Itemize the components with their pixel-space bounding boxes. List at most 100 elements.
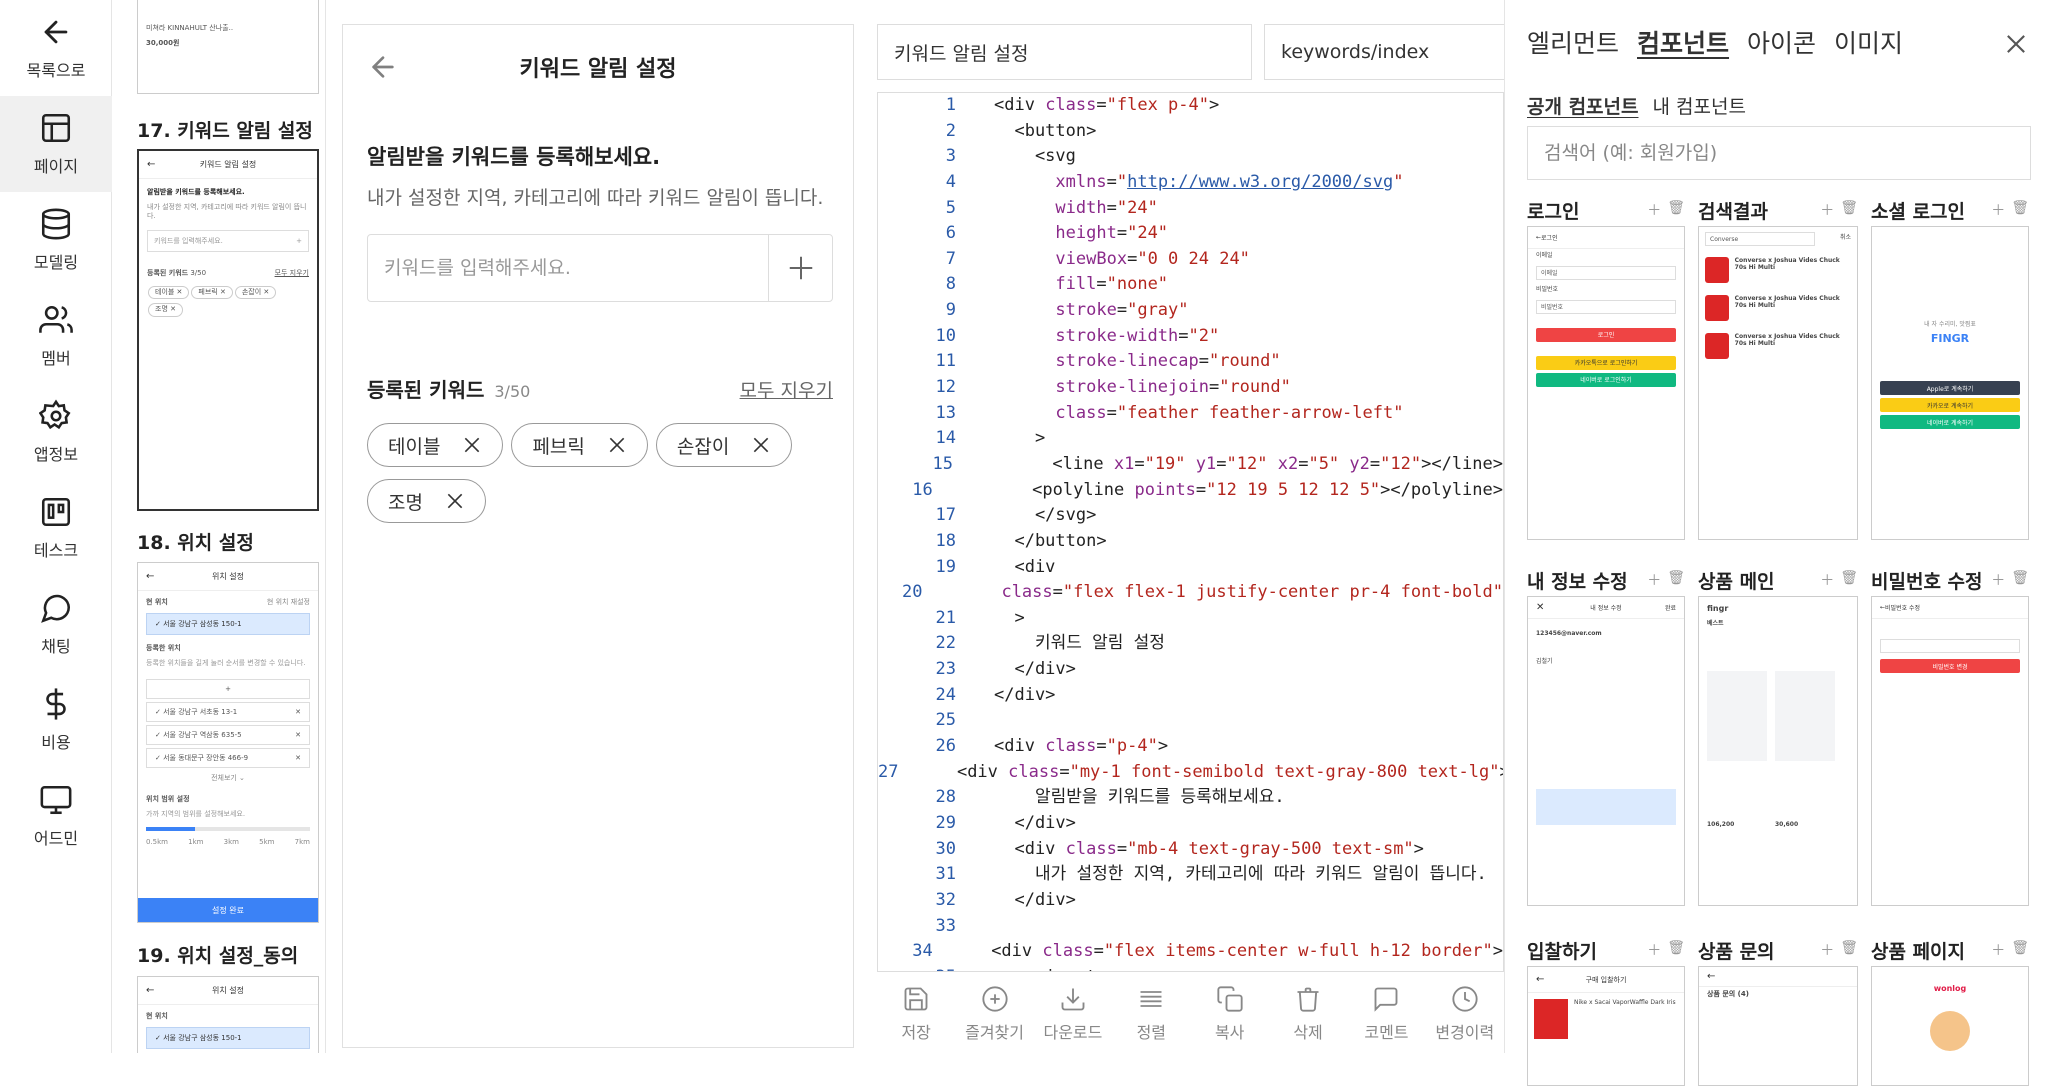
component-card[interactable]: 상품 메인 ＋ 🗑 fingr 베스트 106,200 30,600	[1698, 564, 1858, 906]
line-number: 31	[935, 864, 956, 885]
tool-label: 즐겨찾기	[965, 1022, 1024, 1042]
component-card[interactable]: 상품 문의 ＋ 🗑 ← 상품 문의 (4)	[1698, 934, 1858, 1086]
keyword-input-group	[367, 234, 833, 302]
history-button[interactable]: 변경이력	[1426, 985, 1504, 1043]
page-thumb-16[interactable]: 미쳐라 KINNAHULT 산나출.. 30,000원	[137, 0, 319, 94]
component-card[interactable]: 비밀번호 수정 ＋ 🗑 ← 비밀번호 수정 비밀번호 변경	[1871, 564, 2029, 906]
save-button[interactable]: 저장	[877, 985, 955, 1043]
mini-brand: wonlog	[1933, 984, 1967, 993]
component-card[interactable]: 입찰하기 ＋ 🗑 ← 구매 입찰하기 Nike x Sacai VaporWaffle…	[1527, 934, 1685, 1086]
mini-label: 비밀번호	[1536, 285, 1559, 293]
keyword-input[interactable]	[368, 235, 768, 301]
trash-icon[interactable]: 🗑	[1667, 940, 1685, 960]
plus-icon[interactable]: ＋	[1647, 570, 1661, 590]
thumb-cur-value: ✓ 서울 강남구 삼성동 150-1	[146, 1027, 310, 1050]
page-thumb-18[interactable]: ← 위치 설정 현 위치 현 위치 재설정 ✓ 서울 강남구 삼성동 150-1 등…	[137, 562, 319, 923]
line-content: <input	[956, 965, 1096, 971]
code-line: 35 <input	[878, 965, 1503, 971]
page-name-input[interactable]: 키워드 알림 설정	[877, 24, 1252, 80]
nav-back[interactable]: 목록으로	[0, 0, 112, 96]
plus-icon[interactable]: ＋	[1647, 940, 1661, 960]
page-title-18: 18. 위치 설정	[137, 532, 254, 554]
nav-chat[interactable]: 채팅	[0, 576, 112, 672]
nav-modeling[interactable]: 모델링	[0, 192, 112, 288]
line-number: 3	[945, 146, 956, 167]
tab-icons[interactable]: 아이콘	[1747, 24, 1816, 60]
plus-icon[interactable]: ＋	[1991, 940, 2005, 960]
mini-header-text: 로그인	[1541, 235, 1558, 242]
thumb-cur-label: 현 위치	[146, 1012, 168, 1020]
nav-app-info[interactable]: 앱정보	[0, 384, 112, 480]
tab-elements[interactable]: 엘리먼트	[1527, 24, 1619, 60]
registered-label-text: 등록된 키워드	[367, 378, 485, 402]
mini-products	[1699, 631, 1857, 762]
close-icon[interactable]	[462, 435, 482, 455]
mini-change-button: 비밀번호 변경	[1880, 659, 2020, 673]
mini-result-title: Converse x Joshua Vides Chuck 70s Hi Mul…	[1734, 295, 1840, 309]
plus-icon[interactable]: ＋	[1820, 570, 1834, 590]
component-card[interactable]: 상품 페이지 ＋ 🗑 wonlog	[1871, 934, 2029, 1086]
line-number: 5	[945, 197, 956, 218]
component-card[interactable]: 검색결과 ＋ 🗑 Converse 취소 Converse x Joshua Vide…	[1698, 194, 1858, 540]
plus-icon	[789, 256, 812, 280]
close-icon: ✕	[1536, 602, 1545, 613]
line-number: 33	[935, 915, 956, 936]
page-preview: 키워드 알림 설정 알림받을 키워드를 등록해보세요. 내가 설정한 지역, 카…	[342, 24, 854, 1048]
trash-icon[interactable]: 🗑	[1840, 200, 1858, 220]
nav-admin[interactable]: 어드민	[0, 768, 112, 864]
trash-icon[interactable]: 🗑	[1667, 570, 1685, 590]
trash-icon[interactable]: 🗑	[1840, 940, 1858, 960]
component-search-input[interactable]	[1527, 126, 2031, 180]
mini-header: ← 로그인	[1528, 227, 1684, 249]
plus-icon[interactable]: ＋	[1820, 200, 1834, 220]
subtab-mine[interactable]: 내 컴포넌트	[1653, 92, 1746, 119]
add-keyword-button[interactable]	[768, 235, 832, 301]
code-line: 17 </svg>	[878, 503, 1503, 529]
copy-button[interactable]: 복사	[1191, 985, 1269, 1043]
code-line: 2 <button>	[878, 119, 1503, 145]
component-card[interactable]: 소셜 로그인 ＋ 🗑 내 자 수리미, 맛찜표 FINGR Apple로 계속하기 …	[1871, 194, 2029, 540]
trash-icon[interactable]: 🗑	[2011, 940, 2029, 960]
plus-icon[interactable]: ＋	[1991, 570, 2005, 590]
route-input[interactable]: keywords/index	[1264, 24, 1524, 80]
close-icon[interactable]	[2002, 30, 2030, 58]
nav-pages[interactable]: 페이지	[0, 96, 112, 192]
plus-icon[interactable]: ＋	[1820, 940, 1834, 960]
nav-cost[interactable]: 비용	[0, 672, 112, 768]
users-icon	[39, 305, 73, 333]
nav-tasks[interactable]: 테스크	[0, 480, 112, 576]
arrow-left-icon: ←	[147, 159, 156, 170]
delete-button[interactable]: 삭제	[1269, 985, 1347, 1043]
mini-tagline: 내 자 수리미, 맛찜표	[1924, 321, 1976, 328]
tab-images[interactable]: 이미지	[1834, 24, 1903, 60]
clear-all-link[interactable]: 모두 지우기	[740, 376, 833, 403]
line-content: <button>	[994, 120, 1097, 141]
thumb-chips: 테이블 ✕ 페브릭 ✕ 손잡이 ✕ 조명 ✕	[139, 281, 317, 321]
code-line: 23 </div>	[878, 657, 1503, 683]
mini-brand: fingr	[1707, 604, 1729, 613]
nav-members[interactable]: 멤버	[0, 288, 112, 384]
plus-icon[interactable]: ＋	[1647, 200, 1661, 220]
component-card[interactable]: 로그인 ＋ 🗑 ← 로그인 이메일 이메일 비밀번호 비밀번호 로그인 카카오톡으로…	[1527, 194, 1685, 540]
trash-icon[interactable]: 🗑	[2011, 200, 2029, 220]
favorite-button[interactable]: 즐겨찾기	[955, 985, 1033, 1043]
close-icon[interactable]	[445, 491, 465, 511]
trash-icon[interactable]: 🗑	[2011, 570, 2029, 590]
card-preview: ✕ 내 정보 수정 완료 123456@naver.com 김철기	[1527, 596, 1685, 906]
thumb-more: 전체보기 ⌄	[211, 774, 245, 783]
component-card[interactable]: 내 정보 수정 ＋ 🗑 ✕ 내 정보 수정 완료 123456@naver.com 김철…	[1527, 564, 1685, 906]
comment-button[interactable]: 코멘트	[1347, 985, 1425, 1043]
trash-icon[interactable]: 🗑	[1667, 200, 1685, 220]
code-editor[interactable]: 1 <div class="flex p-4"> 2 <button> 3 <svg 4…	[877, 92, 1504, 972]
plus-icon[interactable]: ＋	[1991, 200, 2005, 220]
close-icon[interactable]	[751, 435, 771, 455]
arrow-left-icon[interactable]	[367, 51, 399, 83]
tab-components[interactable]: 컴포넌트	[1637, 24, 1729, 60]
page-thumb-19[interactable]: ← 위치 설정 현 위치 ✓ 서울 강남구 삼성동 150-1	[137, 976, 319, 1053]
subtab-public[interactable]: 공개 컴포넌트	[1527, 92, 1639, 119]
trash-icon[interactable]: 🗑	[1840, 570, 1858, 590]
format-button[interactable]: 정렬	[1112, 985, 1190, 1043]
download-button[interactable]: 다운로드	[1034, 985, 1112, 1043]
page-thumb-17[interactable]: ← 키워드 알림 설정 알림받을 키워드를 등록해보세요. 내가 설정한 지역, …	[137, 149, 319, 511]
close-icon[interactable]	[607, 435, 627, 455]
